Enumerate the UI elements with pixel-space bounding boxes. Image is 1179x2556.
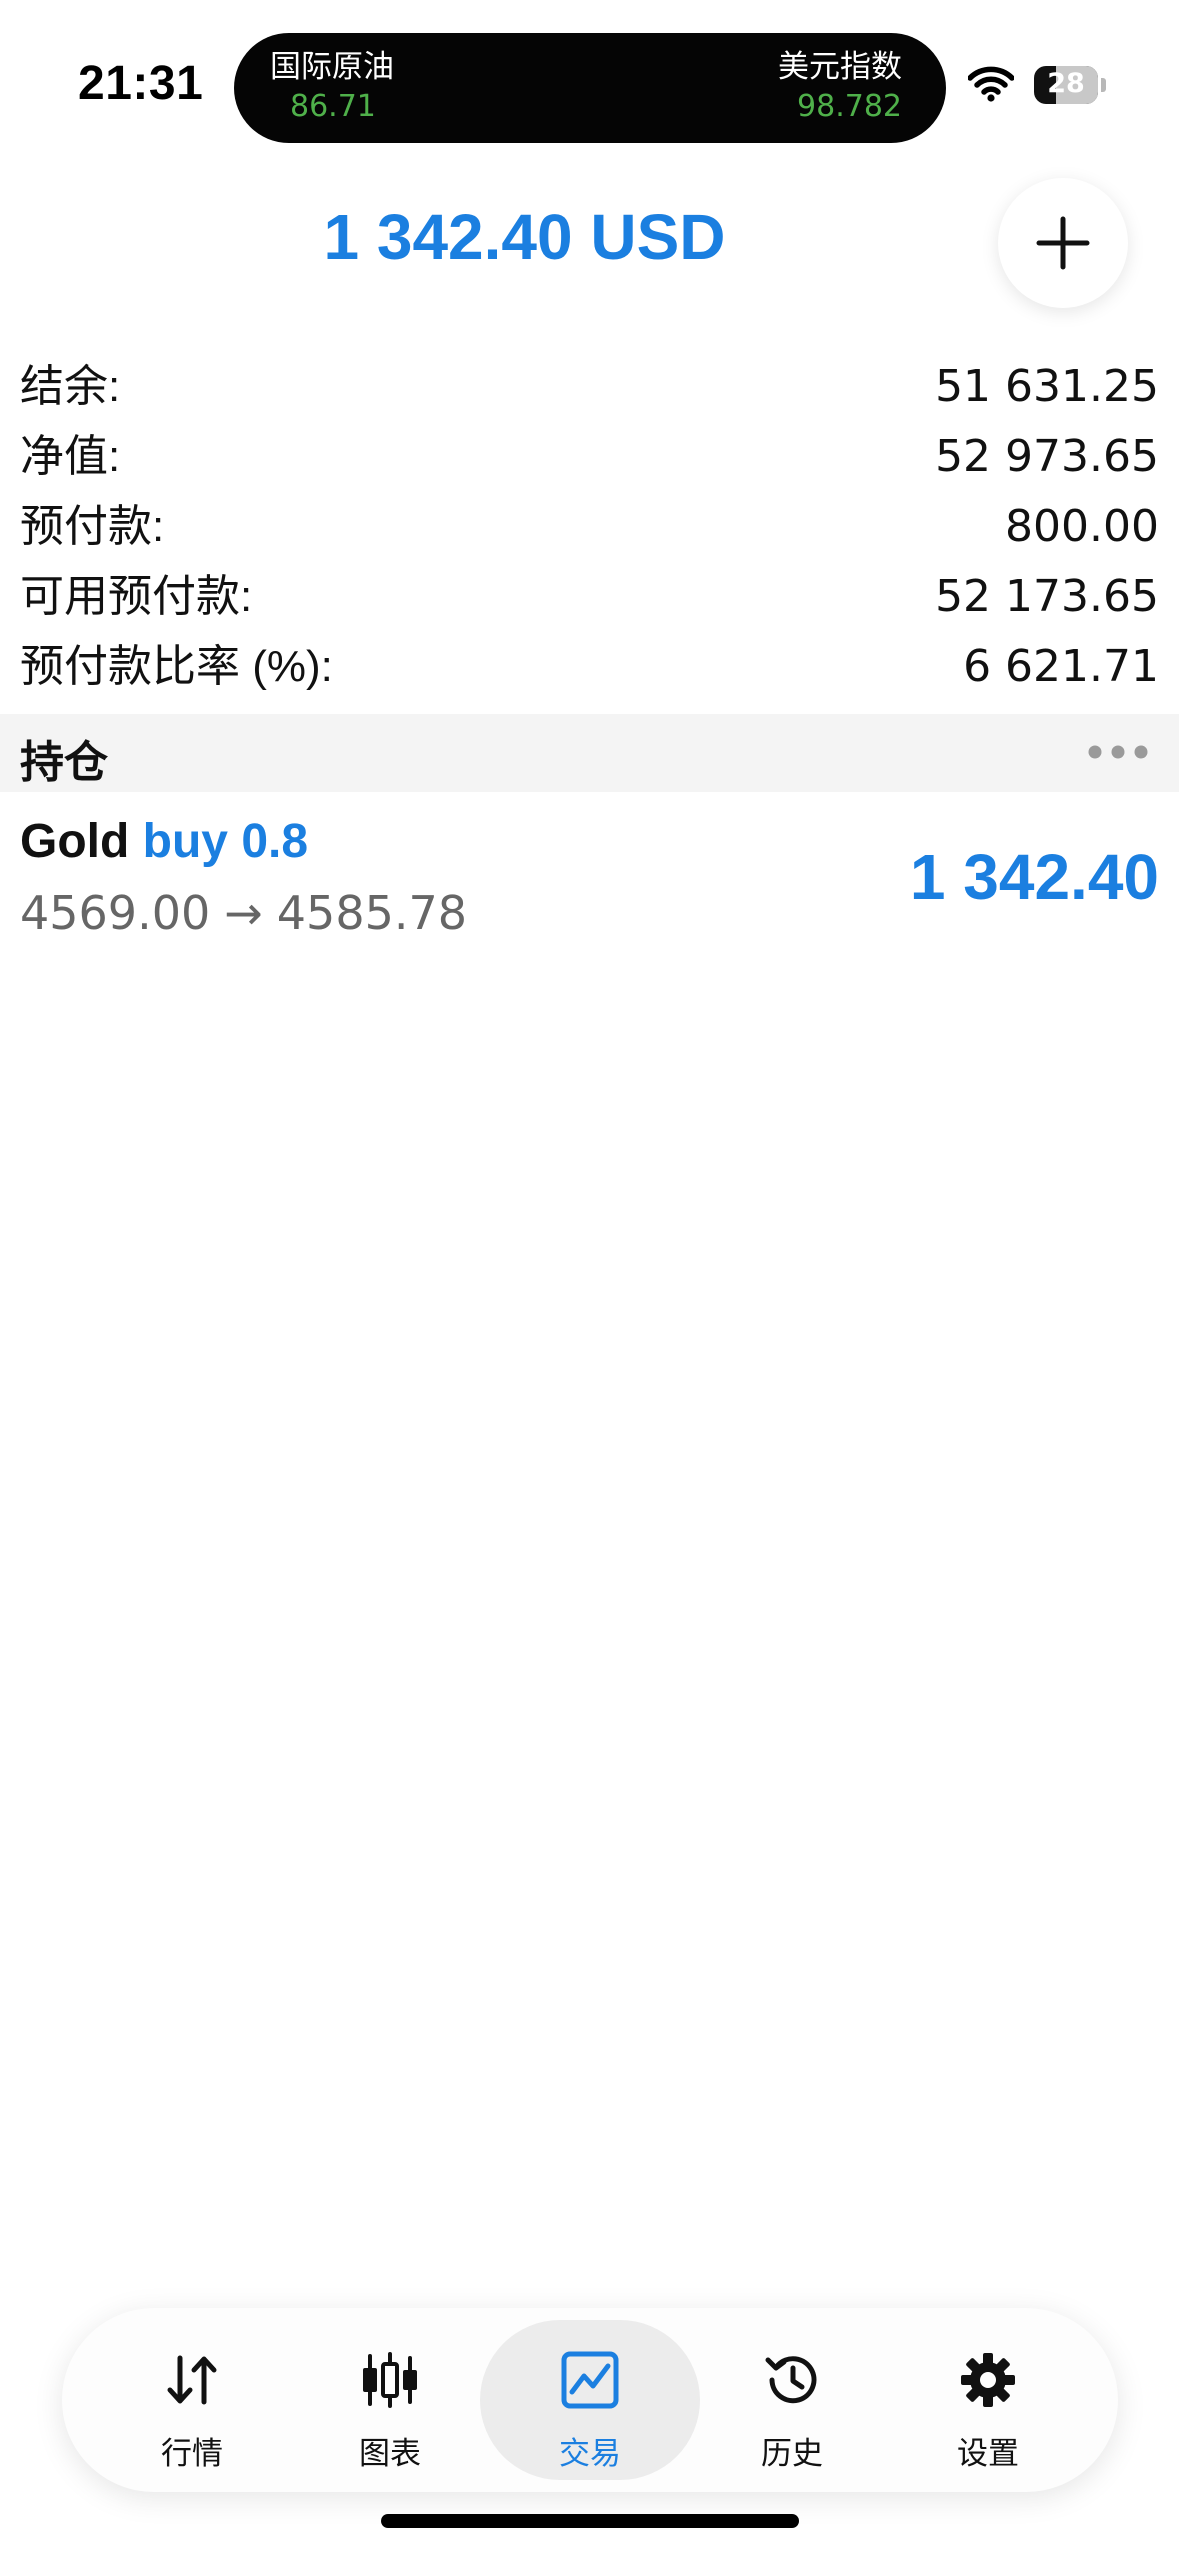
positions-title: 持仓 bbox=[20, 738, 108, 787]
position-title: Gold buy 0.8 bbox=[20, 814, 308, 869]
tab-settings[interactable]: 设置 bbox=[878, 2320, 1098, 2480]
tab-history-label: 历史 bbox=[761, 2436, 823, 2471]
home-indicator[interactable] bbox=[381, 2514, 799, 2528]
ticker-left-label: 国际原油 bbox=[270, 49, 394, 84]
ticker-left-value: 86.71 bbox=[290, 89, 376, 124]
total-profit-value: 1 342.40 USD bbox=[323, 201, 726, 273]
position-profit: 1 342.40 bbox=[909, 841, 1159, 913]
tab-quotes[interactable]: 行情 bbox=[82, 2320, 302, 2480]
ticker-right-label: 美元指数 bbox=[778, 49, 902, 84]
quotes-arrows-icon bbox=[167, 2355, 217, 2405]
positions-header: 持仓 bbox=[0, 714, 1179, 792]
tab-history[interactable]: 历史 bbox=[682, 2320, 902, 2480]
tab-settings-label: 设置 bbox=[957, 2436, 1019, 2471]
trade-chart-icon bbox=[561, 2351, 619, 2409]
position-current-price: 4585.78 bbox=[276, 886, 468, 940]
position-symbol: Gold bbox=[20, 815, 130, 868]
ticker-left: 国际原油 86.71 bbox=[270, 47, 394, 127]
ticker-right-value: 98.782 bbox=[797, 89, 902, 124]
tab-charts-label: 图表 bbox=[359, 2436, 421, 2471]
balance-value: 51 631.25 bbox=[935, 361, 1159, 412]
position-row[interactable]: Gold buy 0.8 4569.00 → 4585.78 1 342.40 bbox=[0, 800, 1179, 950]
tab-trade-label: 交易 bbox=[559, 2436, 621, 2471]
tab-trade[interactable]: 交易 bbox=[480, 2320, 700, 2480]
add-order-button[interactable] bbox=[998, 178, 1128, 308]
ticker-right: 美元指数 98.782 bbox=[778, 47, 902, 127]
plus-icon bbox=[1036, 216, 1090, 270]
tab-quotes-label: 行情 bbox=[161, 2436, 223, 2471]
free-margin-value: 52 173.65 bbox=[935, 571, 1159, 622]
position-arrow: → bbox=[224, 886, 263, 940]
battery-level: 28 bbox=[1047, 68, 1085, 99]
history-icon bbox=[765, 2356, 817, 2404]
equity-label: 净值: bbox=[20, 432, 121, 481]
more-horizontal-icon[interactable] bbox=[1087, 744, 1149, 760]
summary-row-margin: 预付款: 800.00 bbox=[0, 492, 1179, 562]
candlestick-icon bbox=[363, 2352, 417, 2408]
ticker-island[interactable]: 国际原油 86.71 美元指数 98.782 bbox=[234, 33, 946, 143]
margin-level-value: 6 621.71 bbox=[963, 641, 1159, 692]
equity-value: 52 973.65 bbox=[935, 431, 1159, 482]
position-prices: 4569.00 → 4585.78 bbox=[20, 886, 467, 940]
position-open-price: 4569.00 bbox=[20, 886, 211, 940]
summary-row-free-margin: 可用预付款: 52 173.65 bbox=[0, 562, 1179, 632]
account-summary: 结余: 51 631.25 净值: 52 973.65 预付款: 800.00 … bbox=[0, 352, 1179, 702]
wifi-icon bbox=[968, 66, 1014, 102]
free-margin-label: 可用预付款: bbox=[20, 572, 253, 621]
margin-label: 预付款: bbox=[20, 502, 165, 551]
margin-level-label: 预付款比率 (%): bbox=[20, 642, 333, 691]
position-side-volume: buy 0.8 bbox=[142, 815, 309, 868]
trade-screen: 21:31 国际原油 86.71 美元指数 98.782 28 1 342.40… bbox=[0, 0, 1179, 2556]
balance-label: 结余: bbox=[20, 362, 121, 411]
summary-row-balance: 结余: 51 631.25 bbox=[0, 352, 1179, 422]
battery-tip bbox=[1101, 78, 1106, 92]
battery-icon: 28 bbox=[1034, 66, 1098, 104]
bottom-tab-bar: 行情 图表 交易 历史 设置 bbox=[62, 2308, 1118, 2492]
status-time: 21:31 bbox=[78, 57, 204, 110]
summary-row-margin-level: 预付款比率 (%): 6 621.71 bbox=[0, 632, 1179, 702]
summary-row-equity: 净值: 52 973.65 bbox=[0, 422, 1179, 492]
gear-icon bbox=[961, 2353, 1015, 2407]
margin-value: 800.00 bbox=[1005, 501, 1159, 552]
tab-charts[interactable]: 图表 bbox=[280, 2320, 500, 2480]
